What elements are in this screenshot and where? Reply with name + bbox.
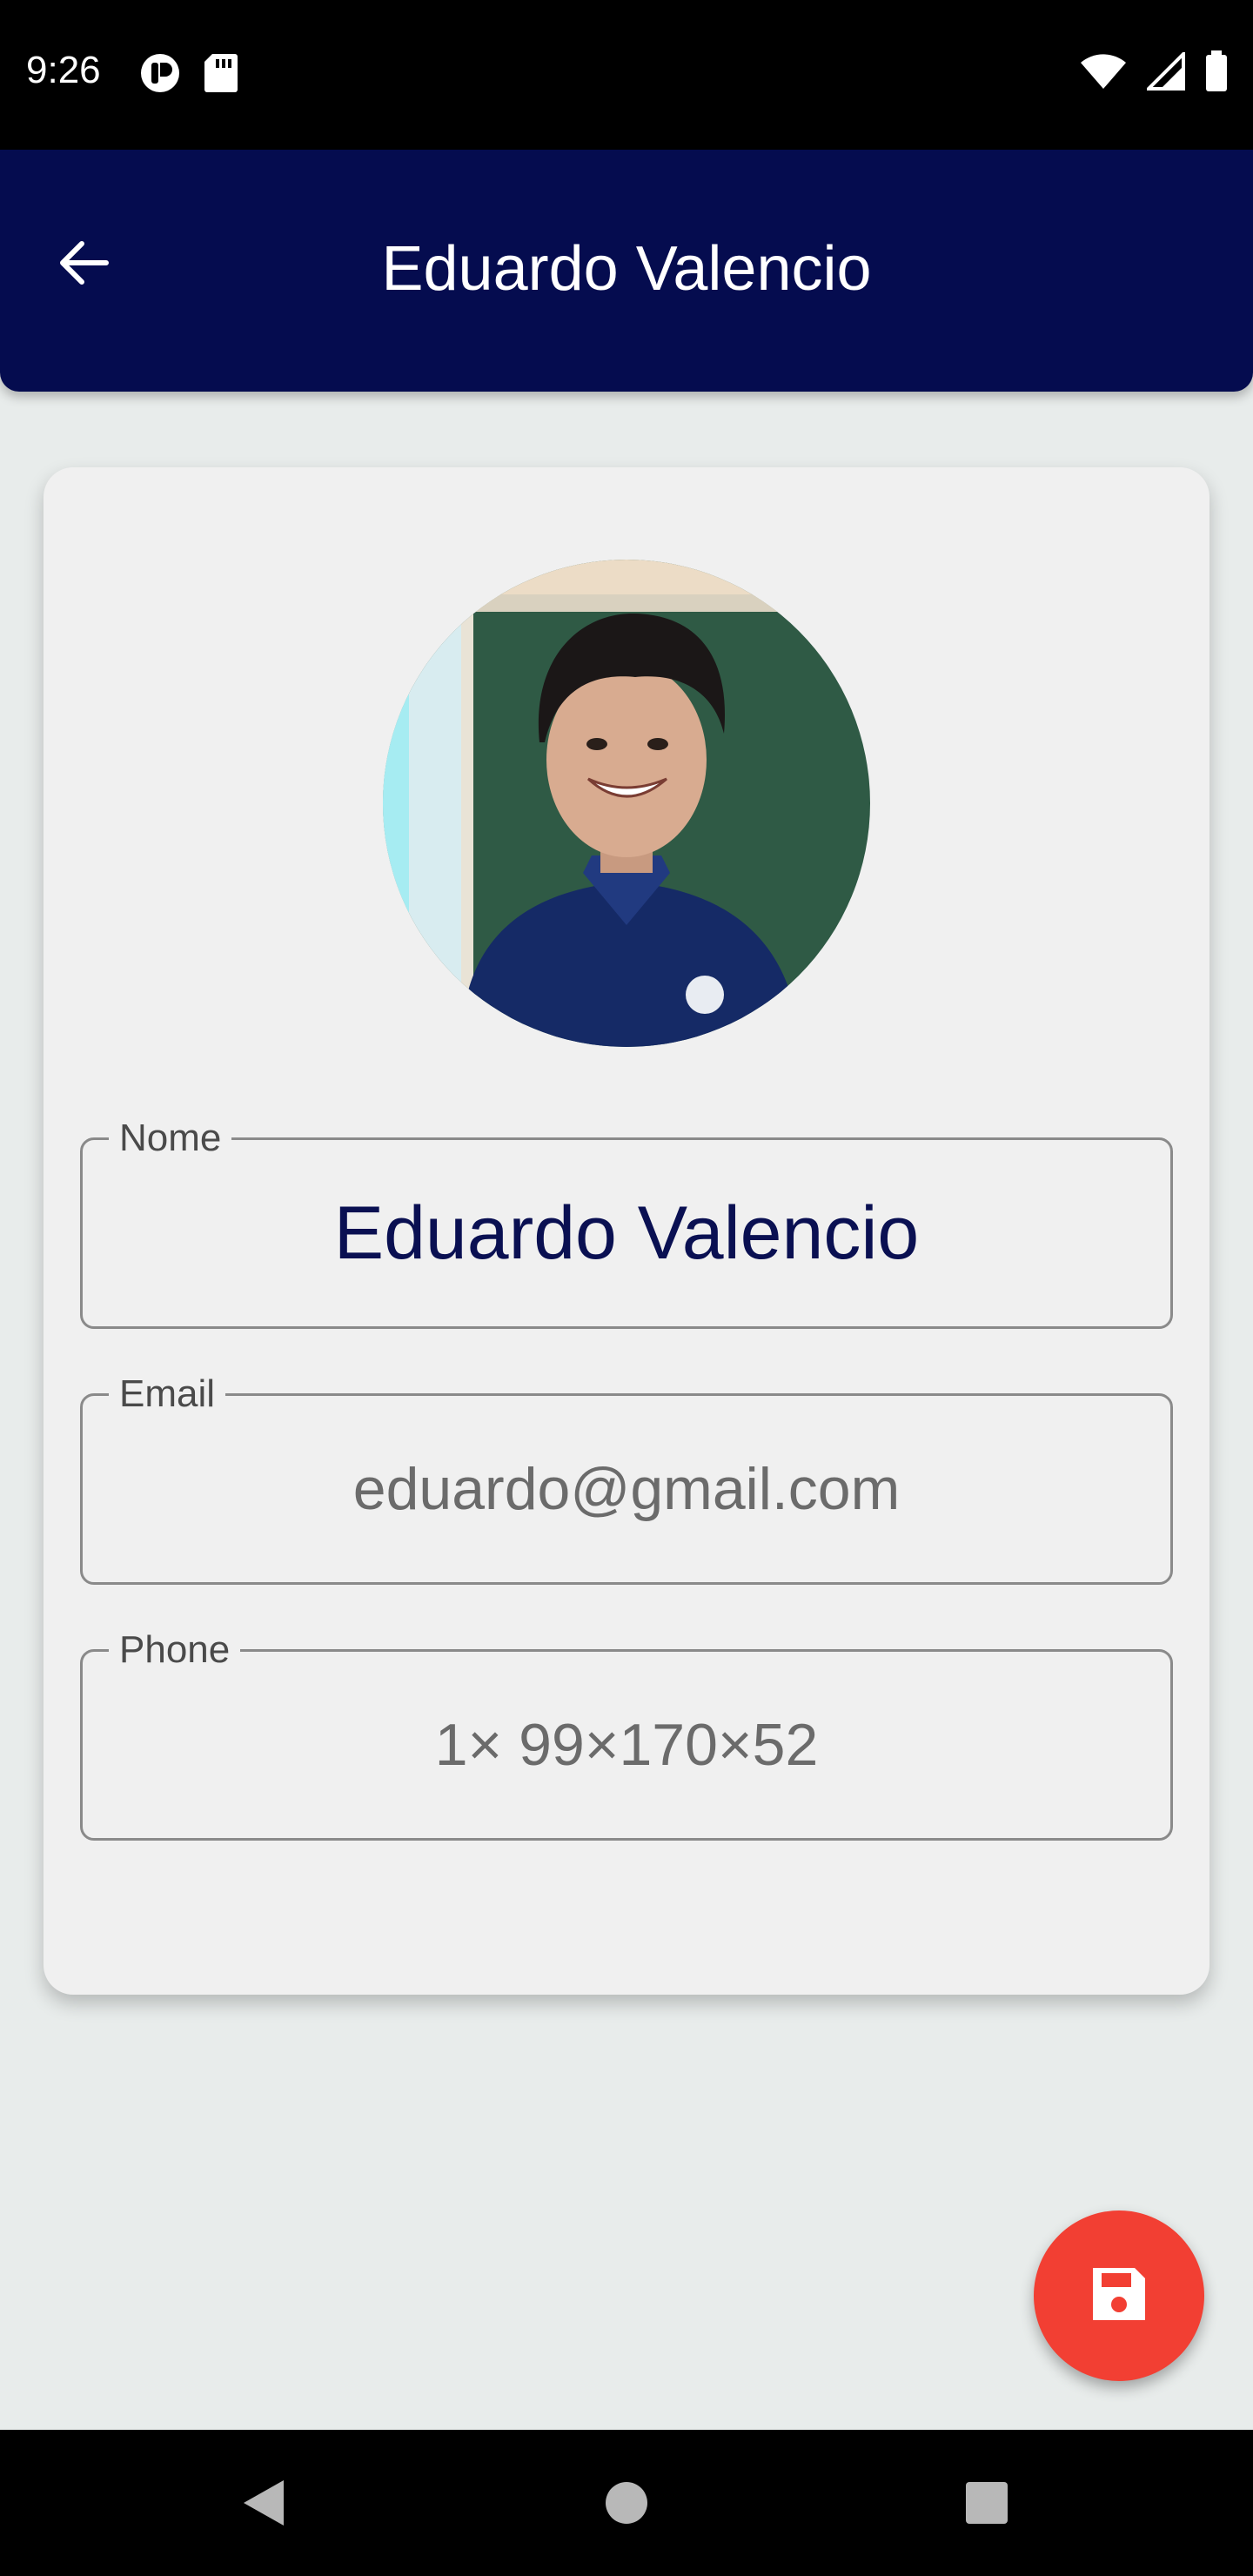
- save-icon: [1088, 2263, 1150, 2330]
- wifi-icon: [1079, 52, 1128, 95]
- nav-back-button[interactable]: [228, 2470, 298, 2539]
- recents-square-icon: [964, 2480, 1009, 2530]
- sd-card-icon: [204, 52, 238, 98]
- home-circle-icon: [604, 2480, 649, 2530]
- back-triangle-icon: [238, 2477, 287, 2533]
- status-left-icons: [139, 52, 238, 98]
- notification-app-icon: [139, 52, 181, 98]
- nav-home-button[interactable]: [592, 2470, 661, 2539]
- status-time: 9:26: [26, 49, 101, 91]
- email-field[interactable]: Email: [80, 1372, 1173, 1585]
- battery-icon: [1204, 50, 1229, 97]
- name-input[interactable]: [83, 1140, 1170, 1326]
- phone-field[interactable]: Phone: [80, 1627, 1173, 1841]
- name-field[interactable]: Nome: [80, 1116, 1173, 1329]
- nav-recents-button[interactable]: [952, 2470, 1022, 2539]
- profile-photo: [383, 560, 870, 1047]
- email-input[interactable]: [83, 1396, 1170, 1582]
- contact-card: Nome Email Phone: [44, 467, 1209, 1995]
- status-bar: 9:26: [0, 0, 1253, 150]
- signal-icon: [1144, 50, 1185, 95]
- avatar[interactable]: [383, 560, 870, 1047]
- save-button[interactable]: [1034, 2210, 1204, 2381]
- system-nav-bar: [0, 2430, 1253, 2576]
- page-title: Eduardo Valencio: [381, 234, 872, 304]
- status-right-icons: [1079, 50, 1229, 97]
- phone-input[interactable]: [83, 1652, 1170, 1838]
- app-bar: Eduardo Valencio: [0, 150, 1253, 392]
